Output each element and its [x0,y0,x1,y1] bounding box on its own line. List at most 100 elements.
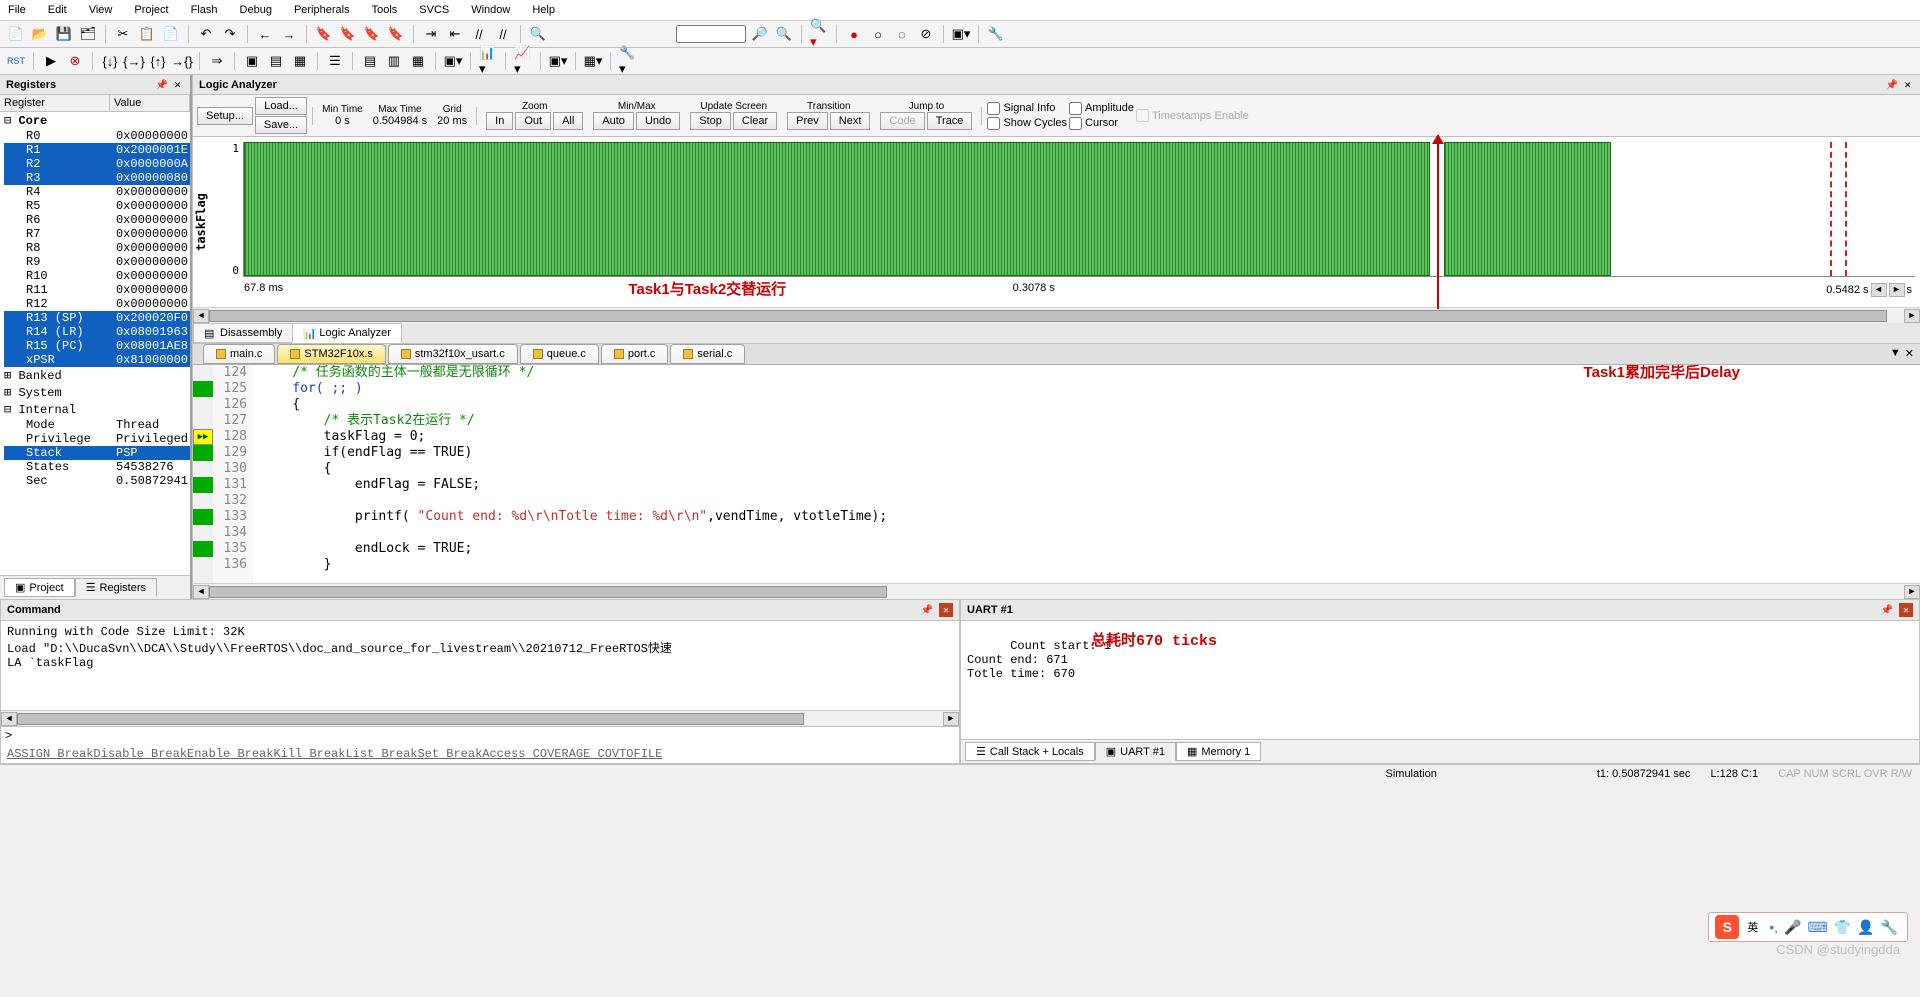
register-row[interactable]: R14 (LR)0x08001963 [4,325,190,339]
register-row[interactable]: R50x00000000 [4,199,190,213]
command-output[interactable]: Running with Code Size Limit: 32K Load "… [1,621,959,710]
tab-uart[interactable]: ▣UART #1 [1095,742,1176,761]
pin-icon[interactable]: 📌 [1878,605,1896,616]
code-button[interactable]: Code [880,112,924,130]
file-tab-main[interactable]: main.c [203,344,275,364]
command-icon[interactable]: ▣ [242,51,262,71]
config-icon[interactable]: 🔧 [986,24,1006,44]
menu-view[interactable]: View [85,2,117,18]
menu-window[interactable]: Window [467,2,514,18]
signal-info-check[interactable]: Signal Info [987,102,1067,115]
amplitude-check[interactable]: Amplitude [1069,102,1134,115]
dropdown-icon[interactable]: ▼ [1890,347,1901,361]
paste-icon[interactable]: 📄 [161,24,181,44]
file-tab-queue[interactable]: queue.c [520,344,599,364]
copy-icon[interactable]: 📋 [137,24,157,44]
register-row[interactable]: R70x00000000 [4,227,190,241]
close-icon[interactable]: ✕ [171,78,184,91]
register-row[interactable]: R13 (SP)0x200020F0 [4,311,190,325]
code-scrollbar[interactable]: ◄► [193,583,1920,599]
save-button[interactable]: Save... [255,116,307,134]
register-row[interactable]: R40x00000000 [4,185,190,199]
command-input[interactable]: > [1,726,959,745]
register-row[interactable]: R60x00000000 [4,213,190,227]
menu-debug[interactable]: Debug [236,2,276,18]
watch-icon[interactable]: ▥ [384,51,404,71]
register-row[interactable]: R80x00000000 [4,241,190,255]
registers-icon[interactable]: ☰ [325,51,345,71]
bookmark-prev-icon[interactable]: 🔖 [338,24,358,44]
zoom-in-button[interactable]: In [486,112,513,130]
close-icon[interactable]: ✕ [1901,78,1914,91]
reset-icon[interactable]: RST [6,51,26,71]
stop-icon[interactable]: ⊗ [65,51,85,71]
comment-icon[interactable]: // [469,24,489,44]
tools-icon[interactable]: 🔧▾ [618,51,638,71]
undo-icon[interactable]: ↶ [196,24,216,44]
show-next-icon[interactable]: ⇒ [207,51,227,71]
cut-icon[interactable]: ✂ [113,24,133,44]
undo-button[interactable]: Undo [636,112,680,130]
menu-project[interactable]: Project [130,2,172,18]
window-icon[interactable]: ▣▾ [951,24,971,44]
run-icon[interactable]: ▶ [41,51,61,71]
close-icon[interactable]: ✕ [939,603,953,617]
menu-peripherals[interactable]: Peripherals [290,2,354,18]
step-over-icon[interactable]: {→} [124,51,144,71]
chart-scrollbar[interactable]: ◄► [193,307,1920,323]
tab-logic-analyzer[interactable]: 📊Logic Analyzer [292,323,402,343]
ime-tools[interactable]: •,🎤⌨👕👤🔧 [1766,919,1901,936]
scroll-right-icon[interactable]: ► [1889,283,1905,297]
register-row[interactable]: StackPSP [4,446,190,460]
symbol-icon[interactable]: ▦ [290,51,310,71]
register-row[interactable]: R15 (PC)0x08001AE8 [4,339,190,353]
memory-icon[interactable]: ▦ [408,51,428,71]
analysis-icon[interactable]: 📊▾ [478,51,498,71]
file-tab-usart[interactable]: stm32f10x_usart.c [388,344,518,364]
cmd-scrollbar[interactable]: ◄► [1,710,959,726]
register-row[interactable]: R120x00000000 [4,297,190,311]
next-button[interactable]: Next [830,112,871,130]
tab-callstack[interactable]: ☰Call Stack + Locals [965,742,1095,761]
prev-button[interactable]: Prev [787,112,828,130]
nav-fwd-icon[interactable]: → [279,24,299,44]
zoom-out-button[interactable]: Out [515,112,551,130]
bp-insert-icon[interactable]: ● [844,24,864,44]
uart-output[interactable]: Count start: 1 Count end: 671 Totle time… [961,621,1919,739]
pin-icon[interactable]: 📌 [153,80,171,91]
auto-button[interactable]: Auto [593,112,634,130]
close-icon[interactable]: ✕ [1899,603,1913,617]
register-row[interactable]: States54538276 [4,460,190,474]
ime-lang[interactable]: 英 [1747,919,1758,935]
toolbox-icon[interactable]: ▦▾ [583,51,603,71]
tab-project[interactable]: ▣Project [4,578,75,597]
menu-help[interactable]: Help [528,2,559,18]
register-row[interactable]: R10x2000001E [4,143,190,157]
bookmark-clear-icon[interactable]: 🔖 [386,24,406,44]
trace-button[interactable]: Trace [927,112,973,130]
redo-icon[interactable]: ↷ [220,24,240,44]
command-hints[interactable]: ASSIGN BreakDisable BreakEnable BreakKil… [1,745,959,763]
search-combo[interactable] [676,25,746,43]
close-tab-icon[interactable]: ✕ [1905,347,1914,361]
find-files-icon[interactable]: 🔍 [774,24,794,44]
register-row[interactable]: R20x0000000A [4,157,190,171]
step-out-icon[interactable]: {↑} [148,51,168,71]
serial-icon[interactable]: ▣▾ [443,51,463,71]
indent-icon[interactable]: ⇥ [421,24,441,44]
clear-button[interactable]: Clear [733,112,777,130]
menu-flash[interactable]: Flash [187,2,222,18]
find-next-icon[interactable]: 🔎 [750,24,770,44]
save-icon[interactable]: 💾 [54,24,74,44]
register-row[interactable]: xPSR0x81000000 [4,353,190,367]
zoom-all-button[interactable]: All [553,112,583,130]
registers-table[interactable]: ⊟ Core R00x00000000R10x2000001ER20x00000… [0,112,190,575]
register-row[interactable]: PrivilegePrivileged [4,432,190,446]
bp-kill-icon[interactable]: ⊘ [916,24,936,44]
register-row[interactable]: Sec0.50872941 [4,474,190,488]
bp-enable-icon[interactable]: ○ [868,24,888,44]
load-button[interactable]: Load... [255,97,307,115]
register-row[interactable]: R90x00000000 [4,255,190,269]
trace-icon[interactable]: 📈▾ [513,51,533,71]
uncomment-icon[interactable]: // [493,24,513,44]
